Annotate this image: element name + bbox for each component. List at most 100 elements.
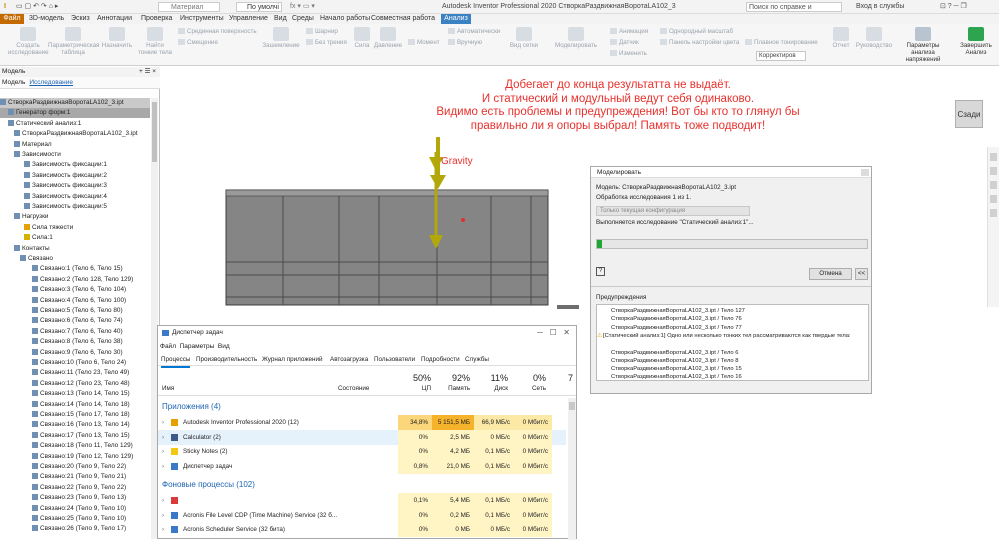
tm-tab-startup[interactable]: Автозагрузка — [330, 354, 368, 366]
manual-contacts-button[interactable]: Вручную — [448, 39, 482, 47]
help-icon[interactable]: ? — [596, 267, 605, 276]
browser-item[interactable]: Связано:1 (Тело 6, Тело 15) — [32, 264, 123, 274]
process-row[interactable]: › Calculator (2) 0% 2,5 МБ 0 МБ/с 0 Мбит/с — [158, 429, 566, 445]
browser-item[interactable]: Зависимость фиксации:5 — [24, 202, 107, 212]
browser-item[interactable]: Зависимость фиксации:4 — [24, 192, 107, 202]
browser-item[interactable]: Связано:2 (Тело 128, Тело 129) — [32, 275, 133, 285]
browser-item[interactable]: Связано:23 (Тело 9, Тело 13) — [32, 493, 126, 503]
tab-file[interactable]: Файл — [0, 14, 24, 24]
uniform-scale-button[interactable]: Однородный масштаб — [660, 28, 733, 36]
auto-contacts-button[interactable]: Автоматически — [448, 28, 500, 36]
browser-item[interactable]: Связано:7 (Тело 6, Тело 40) — [32, 327, 123, 337]
browser-item[interactable]: Связано:20 (Тело 9, Тело 22) — [32, 462, 126, 472]
browser-item[interactable]: Связано:24 (Тело 9, Тело 10) — [32, 504, 126, 514]
col-name[interactable]: Имя — [162, 385, 174, 392]
tm-tab-app-history[interactable]: Журнал приложений — [262, 354, 323, 366]
col-cpu[interactable]: ЦП — [401, 385, 431, 392]
pin-button[interactable]: Шарнир — [306, 28, 338, 36]
browser-item[interactable]: Генератор форм:1 — [0, 108, 150, 119]
tm-menu-options[interactable]: Параметры — [180, 343, 215, 350]
browser-item[interactable]: Связано:12 (Тело 23, Тело 48) — [32, 379, 130, 389]
browser-item[interactable]: Нагрузки — [14, 212, 48, 222]
process-row[interactable]: › Sticky Notes (2) 0% 4,2 МБ 0,1 МБ/с 0 Мбит/… — [158, 444, 566, 460]
browser-tab-study[interactable]: Исследование — [29, 79, 73, 86]
browser-item[interactable]: Связано:9 (Тело 6, Тело 30) — [32, 348, 123, 358]
browser-item[interactable]: СтворкаРаздвижнаяВоротаLA102_3.ipt — [14, 129, 138, 139]
col-network[interactable]: Сеть — [518, 385, 546, 392]
tab-environments[interactable]: Среды — [292, 14, 314, 24]
tab-collaborate[interactable]: Совместная работа — [371, 14, 435, 24]
expand-icon[interactable]: › — [162, 444, 164, 459]
browser-item[interactable]: Связано:16 (Тело 13, Тело 14) — [32, 420, 130, 430]
app-logo-icon[interactable]: I — [4, 2, 6, 12]
view-mode-dropdown[interactable]: По умолчі — [236, 2, 282, 12]
browser-item[interactable]: Связано:4 (Тело 6, Тело 100) — [32, 296, 126, 306]
browser-item[interactable]: Связано:11 (Тело 23, Тело 49) — [32, 368, 129, 378]
tab-manage[interactable]: Управление — [229, 14, 268, 24]
tm-tab-details[interactable]: Подробности — [421, 354, 460, 366]
param-table-button[interactable]: Параметрическая таблица — [48, 27, 99, 56]
browser-item[interactable]: Связано:21 (Тело 9, Тело 21) — [32, 472, 126, 482]
cancel-button[interactable]: Отмена — [809, 268, 852, 280]
adjust-dropdown[interactable]: Корректиров — [756, 51, 806, 61]
tm-tab-users[interactable]: Пользователи — [374, 354, 415, 366]
process-row[interactable]: › Autodesk Inventor Professional 2020 (12… — [158, 415, 566, 430]
col-memory[interactable]: Память — [438, 385, 470, 392]
browser-item[interactable]: Связано:26 (Тело 9, Тело 17) — [32, 524, 126, 534]
browser-item[interactable]: Связано:25 (Тело 9, Тело 10) — [32, 514, 126, 524]
expand-icon[interactable]: › — [162, 508, 164, 523]
browser-item[interactable]: Связано:18 (Тело 11, Тело 129) — [32, 441, 133, 451]
browser-item[interactable]: Зависимость фиксации:1 — [24, 160, 107, 170]
browser-item[interactable]: Связано:3 (Тело 6, Тело 104) — [32, 285, 126, 295]
probe-button[interactable]: Датчик — [610, 39, 639, 47]
midsurface-button[interactable]: Срединная поверхность — [178, 28, 257, 36]
expand-icon[interactable]: › — [162, 430, 164, 445]
col-disk[interactable]: Диск — [478, 385, 508, 392]
tab-3d-model[interactable]: 3D-модель — [29, 14, 64, 24]
navigation-bar[interactable] — [987, 147, 999, 307]
expand-icon[interactable]: › — [162, 493, 164, 508]
animation-button[interactable]: Анимация — [610, 28, 648, 36]
tab-analysis[interactable]: Анализ — [441, 14, 471, 24]
quick-access-icons[interactable]: ▭ ▢ ↶ ↷ ⌂ ▸ — [16, 2, 58, 12]
mesh-view-button[interactable]: Вид сетки — [508, 27, 540, 49]
tm-menu-file[interactable]: Файл — [160, 343, 176, 350]
tab-get-started[interactable]: Начало работы — [320, 14, 370, 24]
tab-view[interactable]: Вид — [274, 14, 287, 24]
smooth-shading-button[interactable]: Плавное тонирование — [745, 39, 818, 47]
browser-item[interactable]: Связано — [20, 254, 53, 264]
browser-item[interactable]: Связано:15 (Тело 17, Тело 18) — [32, 410, 130, 420]
tab-annotate[interactable]: Аннотации — [97, 14, 132, 24]
browser-item[interactable]: СтворкаРаздвижнаяВоротаLA102_3.ipt — [0, 98, 150, 108]
browser-tab-model[interactable]: Модель — [2, 79, 25, 86]
process-row[interactable]: › Диспетчер задач 0,8% 21,0 МБ 0,1 МБ/с 0 Мби… — [158, 458, 566, 474]
browser-item[interactable]: Связано:22 (Тело 9, Тело 22) — [32, 483, 126, 493]
browser-item[interactable]: Сила тяжести — [24, 223, 73, 233]
tm-window-controls[interactable]: ─ ☐ ✕ — [537, 328, 570, 337]
tm-tab-services[interactable]: Службы — [465, 354, 489, 366]
expand-icon[interactable]: › — [162, 415, 164, 430]
browser-item[interactable]: Связано:19 (Тело 12, Тело 129) — [32, 452, 133, 462]
config-dropdown[interactable]: Только текущая конфигурация — [596, 206, 750, 216]
expand-icon[interactable]: › — [162, 522, 164, 537]
browser-item[interactable]: Зависимость фиксации:3 — [24, 181, 107, 191]
tab-inspect[interactable]: Проверка — [141, 14, 172, 24]
browser-item[interactable]: Сила:1 — [24, 233, 53, 243]
browser-item[interactable]: Связано:8 (Тело 6, Тело 38) — [32, 337, 123, 347]
tm-tab-performance[interactable]: Производительность — [196, 354, 257, 366]
moment-button[interactable]: Момент — [408, 39, 440, 47]
browser-item[interactable]: Зависимости — [14, 150, 61, 160]
material-dropdown[interactable]: Материал — [158, 2, 220, 12]
browser-item[interactable]: Статический анализ:1 — [8, 119, 81, 129]
col-status[interactable]: Состояние — [338, 385, 369, 392]
sign-in-link[interactable]: Вход в службы — [856, 2, 904, 12]
tm-menu-view[interactable]: Вид — [218, 343, 230, 350]
browser-item[interactable]: Материал — [14, 140, 52, 150]
assign-button[interactable]: Назначить — [100, 27, 134, 49]
expand-icon[interactable]: › — [162, 459, 164, 474]
process-row[interactable]: › Acronis Scheduler Service (32 бита) 0% 0 … — [158, 522, 566, 538]
find-thin-bodies-button[interactable]: Найти тонкие тела — [136, 27, 174, 56]
create-study-button[interactable]: Создать исследование — [8, 27, 49, 56]
browser-item[interactable]: Связано:5 (Тело 6, Тело 80) — [32, 306, 123, 316]
process-row[interactable]: › 0,1% 5,4 МБ 0,1 МБ/с 0 Мбит/с — [158, 493, 566, 508]
